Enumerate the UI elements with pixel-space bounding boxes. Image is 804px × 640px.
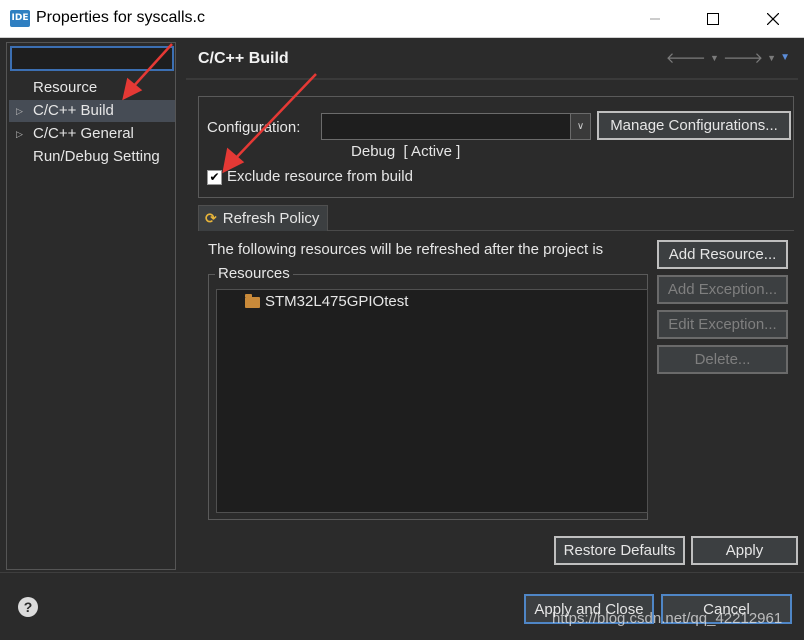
dialog-footer: ? Apply and Close Cancel — [0, 572, 804, 640]
back-arrow-icon[interactable]: 🡐 — [666, 48, 706, 67]
configuration-label: Configuration: — [207, 119, 301, 136]
resources-legend: Resources — [215, 265, 293, 282]
tree-item-label: Run/Debug Setting — [33, 148, 160, 165]
tree-item-c-cpp-general[interactable]: ▷ C/C++ General — [9, 123, 175, 145]
maximize-button[interactable] — [684, 0, 742, 38]
close-icon — [767, 13, 779, 25]
watermark: https://blog.csdn.net/qq_42212961 — [552, 610, 783, 627]
ide-app-icon: IDE — [10, 10, 30, 27]
title-bar: IDE Properties for syscalls.c — [0, 0, 804, 38]
forward-menu-icon[interactable]: ▼ — [767, 53, 776, 63]
minimize-button[interactable] — [626, 0, 684, 38]
minimize-icon — [650, 18, 660, 20]
title-separator — [186, 78, 798, 80]
configuration-value: Debug [ Active ] — [351, 143, 461, 160]
delete-button[interactable]: Delete... — [657, 345, 788, 374]
add-exception-button[interactable]: Add Exception... — [657, 275, 788, 304]
tree-item-resource[interactable]: Resource — [9, 77, 175, 99]
apply-button[interactable]: Apply — [691, 536, 798, 565]
expand-arrow-icon[interactable]: ▷ — [16, 100, 23, 122]
page-navigation: 🡐 ▼ 🡒 ▼ ▼ — [666, 48, 790, 67]
window-title: Properties for syscalls.c — [36, 9, 205, 26]
folder-icon — [245, 294, 260, 308]
refresh-icon: ⟳ — [205, 210, 217, 226]
chevron-down-icon[interactable]: ∨ — [570, 114, 590, 139]
tree-item-c-cpp-build[interactable]: ▷ C/C++ Build — [9, 100, 175, 122]
tree-item-label: C/C++ Build — [33, 102, 114, 119]
tab-bar: ⟳ Refresh Policy — [198, 205, 794, 231]
tree-item-run-debug-settings[interactable]: Run/Debug Setting — [9, 146, 175, 168]
exclude-checkbox[interactable]: ✔ — [207, 170, 222, 185]
edit-exception-button[interactable]: Edit Exception... — [657, 310, 788, 339]
forward-arrow-icon[interactable]: 🡒 — [723, 48, 763, 67]
tree-item-label: C/C++ General — [33, 125, 134, 142]
restore-defaults-button[interactable]: Restore Defaults — [554, 536, 685, 565]
property-page: C/C++ Build 🡐 ▼ 🡒 ▼ ▼ Configuration: Deb… — [186, 42, 798, 570]
tree-item-label: Resource — [33, 79, 98, 96]
configuration-select[interactable]: Debug [ Active ] ∨ — [321, 113, 591, 160]
properties-tree-pane: Resource ▷ C/C++ Build ▷ C/C++ General R… — [6, 42, 176, 570]
view-menu-icon[interactable]: ▼ — [780, 52, 790, 63]
resource-item[interactable]: STM32L475GPIOtest — [265, 293, 408, 310]
configuration-group: Configuration: Debug [ Active ] ∨ Manage… — [198, 96, 794, 198]
tab-label: Refresh Policy — [222, 210, 320, 227]
resources-tree[interactable]: STM32L475GPIOtest — [216, 289, 648, 513]
refresh-description: The following resources will be refreshe… — [208, 241, 604, 258]
maximize-icon — [707, 13, 719, 25]
tab-refresh-policy[interactable]: ⟳ Refresh Policy — [198, 205, 328, 231]
add-resource-button[interactable]: Add Resource... — [657, 240, 788, 269]
back-menu-icon[interactable]: ▼ — [710, 53, 719, 63]
close-button[interactable] — [744, 0, 802, 38]
expand-arrow-icon[interactable]: ▷ — [16, 123, 23, 145]
manage-configurations-button[interactable]: Manage Configurations... — [597, 111, 791, 140]
help-icon[interactable]: ? — [18, 597, 38, 617]
exclude-label: Exclude resource from build — [227, 168, 413, 185]
page-title: C/C++ Build — [198, 50, 289, 67]
resources-group: Resources STM32L475GPIOtest — [208, 265, 648, 520]
filter-input[interactable] — [10, 46, 174, 71]
